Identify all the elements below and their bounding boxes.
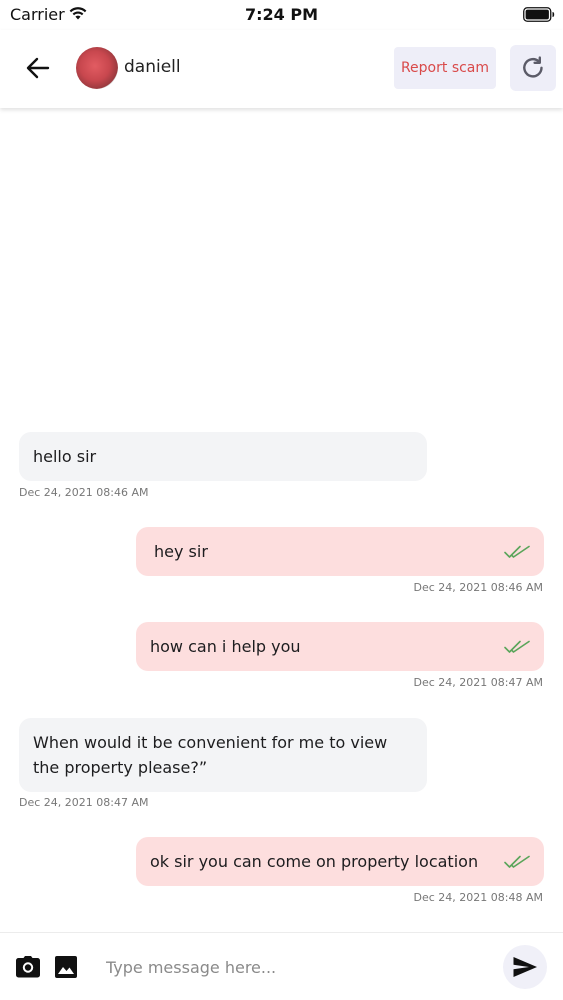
message-text: hey sir — [154, 542, 208, 561]
message-text: how can i help you — [150, 637, 301, 656]
message-bubble-outgoing: hey sir — [136, 527, 544, 576]
refresh-button[interactable] — [510, 45, 556, 91]
message-bubble-outgoing: how can i help you — [136, 622, 544, 671]
message-timestamp: Dec 24, 2021 08:46 AM — [19, 486, 149, 499]
arrow-left-icon — [26, 57, 50, 79]
avatar[interactable] — [76, 47, 118, 89]
message-timestamp: Dec 24, 2021 08:46 AM — [413, 581, 543, 594]
camera-icon — [16, 956, 40, 978]
message-text: When would it be convenient for me to vi… — [33, 733, 388, 777]
image-icon — [55, 956, 77, 978]
refresh-icon — [523, 56, 543, 78]
chat-header: daniell Report scam — [0, 30, 563, 108]
gallery-button[interactable] — [54, 955, 78, 979]
message-bubble-outgoing: ok sir you can come on property location — [136, 837, 544, 886]
message-list[interactable]: hello sir Dec 24, 2021 08:46 AM hey sir … — [0, 108, 563, 932]
message-text: ok sir you can come on property location — [150, 852, 479, 871]
back-button[interactable] — [24, 54, 52, 82]
message-bubble-incoming: hello sir — [19, 432, 427, 481]
double-check-icon — [504, 545, 530, 558]
message-timestamp: Dec 24, 2021 08:47 AM — [19, 796, 149, 809]
message-bubble-incoming: When would it be convenient for me to vi… — [19, 718, 427, 792]
status-bar: Carrier 7:24 PM — [0, 0, 563, 30]
camera-button[interactable] — [15, 955, 41, 979]
contact-name[interactable]: daniell — [124, 57, 181, 77]
message-timestamp: Dec 24, 2021 08:48 AM — [413, 891, 543, 904]
double-check-icon — [504, 855, 530, 868]
message-timestamp: Dec 24, 2021 08:47 AM — [413, 676, 543, 689]
clock: 7:24 PM — [244, 5, 318, 24]
message-composer — [0, 932, 563, 1000]
battery-icon — [523, 7, 555, 22]
double-check-icon — [504, 640, 530, 653]
send-button[interactable] — [503, 945, 547, 989]
send-icon — [513, 957, 537, 977]
report-scam-button[interactable]: Report scam — [394, 47, 496, 89]
message-text: hello sir — [33, 447, 97, 466]
message-input[interactable] — [96, 947, 486, 987]
